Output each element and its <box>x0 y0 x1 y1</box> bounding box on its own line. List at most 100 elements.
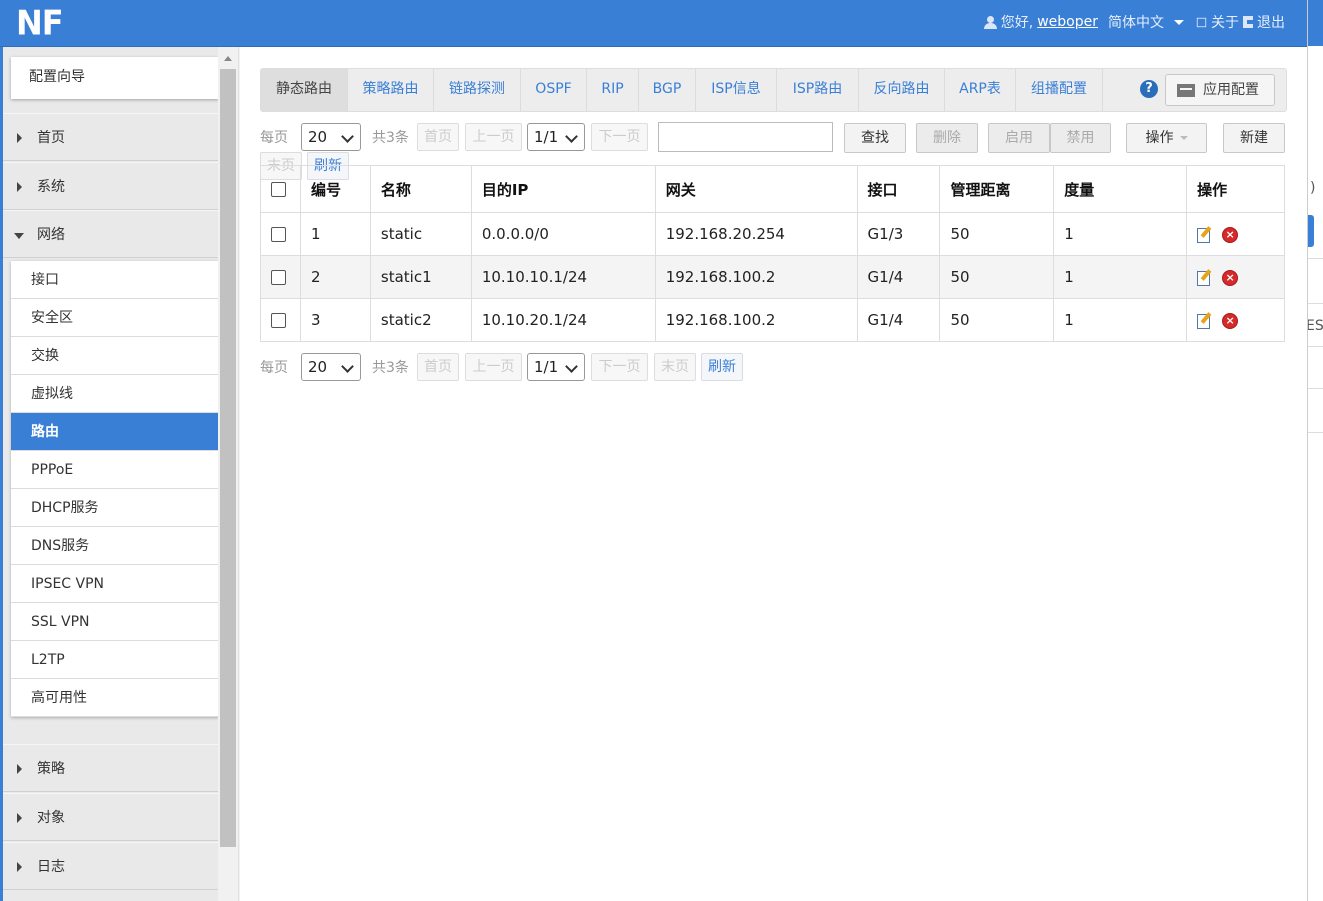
logout-icon[interactable] <box>1243 16 1253 28</box>
sidebar-item-pppoe[interactable]: PPPoE <box>11 451 218 489</box>
sidebar-item-ipsec-vpn[interactable]: IPSEC VPN <box>11 565 218 603</box>
about-link[interactable]: 关于 <box>1211 12 1239 32</box>
sidebar-item-ha[interactable]: 高可用性 <box>11 679 218 717</box>
first-page-button[interactable]: 首页 <box>417 123 459 151</box>
cell-interface: G1/4 <box>856 298 941 342</box>
sidebar-item-switch[interactable]: 交换 <box>11 337 218 375</box>
logout-link[interactable]: 退出 <box>1257 12 1285 32</box>
sidebar-item-routing[interactable]: 路由 <box>11 413 218 451</box>
network-submenu: 接口 安全区 交换 虚拟线 路由 PPPoE DHCP服务 DNS服务 IPSE… <box>11 261 218 717</box>
sidebar-item-security-zone[interactable]: 安全区 <box>11 299 218 337</box>
column-header: 编号 <box>299 165 371 213</box>
username-link[interactable]: weboper <box>1037 14 1098 30</box>
total-count: 共3条 <box>372 130 409 146</box>
cell-dest-ip: 0.0.0.0/0 <box>470 212 656 256</box>
tab-policy-route[interactable]: 策略路由 <box>348 69 434 111</box>
per-page-select[interactable]: 20 <box>301 123 361 151</box>
cell-actions: × <box>1186 212 1285 256</box>
prev-page-button[interactable]: 上一页 <box>465 123 522 151</box>
sidebar-scrollbar[interactable] <box>218 47 239 901</box>
sidebar-item-interface[interactable]: 接口 <box>11 261 218 299</box>
scrollbar-thumb[interactable] <box>220 69 236 847</box>
help-icon[interactable]: ? <box>1140 80 1158 98</box>
row-checkbox[interactable] <box>271 313 286 328</box>
tab-isp-info[interactable]: ISP信息 <box>696 69 777 111</box>
cell-gateway: 192.168.100.2 <box>654 298 858 342</box>
refresh-button-bottom[interactable]: 刷新 <box>701 353 743 381</box>
sidebar-group-home[interactable]: 首页 <box>3 113 218 161</box>
per-page-select-bottom[interactable]: 20 <box>301 353 361 381</box>
disable-button[interactable]: 禁用 <box>1050 123 1111 153</box>
tab-static-route[interactable]: 静态路由 <box>261 69 348 111</box>
tab-rip[interactable]: RIP <box>587 69 639 111</box>
new-button[interactable]: 新建 <box>1223 123 1285 153</box>
tab-arp-table[interactable]: ARP表 <box>945 69 1016 111</box>
select-all-cell[interactable] <box>260 165 301 213</box>
chevron-down-icon <box>341 360 354 373</box>
row-checkbox[interactable] <box>271 270 286 285</box>
delete-icon[interactable]: × <box>1222 312 1239 329</box>
cell-name: static1 <box>369 255 472 299</box>
sidebar-group-system[interactable]: 系统 <box>3 162 218 210</box>
sidebar-group-object[interactable]: 对象 <box>3 793 218 841</box>
delete-icon[interactable]: × <box>1222 226 1239 243</box>
sidebar-group-log[interactable]: 日志 <box>3 842 218 890</box>
next-page-button[interactable]: 下一页 <box>591 123 648 151</box>
edit-icon[interactable] <box>1197 313 1212 329</box>
per-page-value: 20 <box>308 128 328 146</box>
tab-multicast[interactable]: 组播配置 <box>1016 69 1103 111</box>
column-header: 管理距离 <box>939 165 1055 213</box>
column-header: 网关 <box>654 165 858 213</box>
sidebar-item-ssl-vpn[interactable]: SSL VPN <box>11 603 218 641</box>
cell-gateway: 192.168.100.2 <box>654 255 858 299</box>
column-header: 名称 <box>369 165 472 213</box>
tab-reverse-route[interactable]: 反向路由 <box>859 69 945 111</box>
search-input[interactable] <box>658 122 833 152</box>
cell-id: 1 <box>299 212 371 256</box>
apply-config-label: 应用配置 <box>1203 82 1259 98</box>
sidebar-item-dhcp[interactable]: DHCP服务 <box>11 489 218 527</box>
first-page-button-bottom[interactable]: 首页 <box>417 353 459 381</box>
sidebar-item-dns[interactable]: DNS服务 <box>11 527 218 565</box>
select-all-checkbox[interactable] <box>271 182 286 197</box>
last-page-button-bottom[interactable]: 末页 <box>654 353 696 381</box>
cell-gateway: 192.168.20.254 <box>654 212 858 256</box>
cell-distance: 50 <box>939 298 1055 342</box>
apply-config-button[interactable]: 应用配置 <box>1165 74 1275 106</box>
language-selector[interactable]: 简体中文 <box>1108 12 1164 32</box>
tab-isp-route[interactable]: ISP路由 <box>777 69 859 111</box>
sidebar-group-policy[interactable]: 策略 <box>3 744 218 792</box>
actions-dropdown[interactable]: 操作 <box>1126 123 1207 153</box>
cell-interface: G1/4 <box>856 255 941 299</box>
scroll-up-arrow-icon[interactable] <box>224 56 232 61</box>
sidebar-item-virtual-wire[interactable]: 虚拟线 <box>11 375 218 413</box>
prev-page-button-bottom[interactable]: 上一页 <box>465 353 522 381</box>
enable-button[interactable]: 启用 <box>988 123 1050 153</box>
cell-interface: G1/3 <box>856 212 941 256</box>
per-page-label: 每页 <box>260 130 288 146</box>
main-content: 静态路由 策略路由 链路探测 OSPF RIP BGP ISP信息 ISP路由 … <box>240 47 1307 901</box>
background-text-fragment: ) <box>1310 180 1316 196</box>
tab-ospf[interactable]: OSPF <box>521 69 587 111</box>
sidebar-item-l2tp[interactable]: L2TP <box>11 641 218 679</box>
chevron-down-icon[interactable] <box>1174 19 1184 25</box>
page-select-bottom[interactable]: 1/1 <box>527 353 585 381</box>
delete-icon[interactable]: × <box>1222 269 1239 286</box>
edit-icon[interactable] <box>1197 270 1212 286</box>
cell-distance: 50 <box>939 255 1055 299</box>
next-page-button-bottom[interactable]: 下一页 <box>591 353 648 381</box>
sidebar-group-network[interactable]: 网络 <box>3 210 218 258</box>
search-button[interactable]: 查找 <box>844 123 906 153</box>
table-row: 3 static2 10.10.20.1/24 192.168.100.2 G1… <box>260 298 1285 342</box>
delete-button[interactable]: 删除 <box>916 123 978 153</box>
row-checkbox[interactable] <box>271 227 286 242</box>
page-select[interactable]: 1/1 <box>527 123 585 151</box>
user-icon <box>983 15 997 29</box>
sidebar-group-label: 网络 <box>37 227 65 243</box>
edit-icon[interactable] <box>1197 227 1212 243</box>
caret-right-icon <box>17 133 22 143</box>
sidebar-item-wizard[interactable]: 配置向导 <box>11 57 218 99</box>
tab-bgp[interactable]: BGP <box>639 69 696 111</box>
tab-link-probe[interactable]: 链路探测 <box>434 69 521 111</box>
about-icon[interactable] <box>1196 17 1207 27</box>
